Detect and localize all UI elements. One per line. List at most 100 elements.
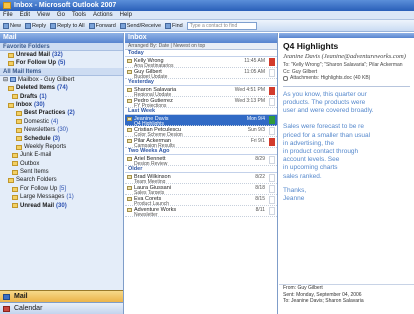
message-row[interactable]: Adventure Works Newsletter 8/11 [125,206,277,217]
forward-button[interactable]: Forward [88,22,116,29]
inbox-header: Inbox [125,33,277,43]
folder-icon [16,144,22,150]
menu-actions[interactable]: Actions [93,11,113,19]
message-row[interactable]: Pilar Ackerman Campaign Results Fri 9/1 [125,137,277,148]
signature-name: Jeanne [283,195,305,203]
follow-up-flag-icon[interactable] [269,87,275,95]
arrange-by-header[interactable]: Arranged By: Date | Newest on top [125,43,277,50]
attachment-label: Attachments: Highlights.doc (40 KB) [290,75,371,81]
message-date: Fri 9/1 [250,138,265,144]
body-line: Sales were forecast to be re [283,123,364,131]
mailbox-root[interactable]: ⊟ Mailbox - Guy Gilbert [0,76,123,84]
menu-file[interactable]: File [3,11,13,19]
envelope-icon [127,70,132,74]
follow-up-flag-icon[interactable] [269,127,275,135]
reply-all-label: Reply to All [57,22,85,29]
follow-up-flag-icon[interactable] [269,156,275,164]
folder-item[interactable]: Drafts (1) [0,93,123,101]
folder-item[interactable]: Junk E-mail [0,151,123,159]
folder-count: (5) [58,60,66,67]
follow-up-flag-icon[interactable] [269,58,275,66]
folder-name: Drafts [20,93,38,100]
menu-help[interactable]: Help [120,11,132,19]
message-row[interactable]: Ariel Bennett Design Review 8/29 [125,155,277,166]
message-row[interactable]: Sharon Salavaria Regional Update Wed 4:51 … [125,86,277,97]
header-divider [283,85,410,87]
follow-up-flag-icon[interactable] [269,138,275,146]
follow-up-flag-icon[interactable] [269,196,275,204]
folder-item[interactable]: Newsletters (30) [0,126,123,134]
menu-tools[interactable]: Tools [72,11,86,19]
folder-icon [8,178,14,184]
search-input[interactable]: Type a contact to find [186,21,257,30]
favorites-header[interactable]: Favorite Folders [0,43,123,51]
folder-count: (30) [56,202,67,209]
favorite-folder[interactable]: For Follow Up (5) [0,59,123,67]
folder-icon [12,152,18,158]
message-row[interactable]: Brad Wilkinson Team Meeting 8/22 [125,173,277,184]
message-date: 11:45 AM [244,58,265,64]
folder-count: (1) [39,93,47,100]
message-group-header[interactable]: Today [125,50,277,57]
folder-item[interactable]: Best Practices (2) [0,109,123,117]
folder-name: For Follow Up [16,60,56,67]
folder-item[interactable]: Inbox (30) [0,101,123,109]
folder-item[interactable]: Deleted Items (74) [0,84,123,92]
message-date: 8/29 [255,156,265,162]
follow-up-flag-icon[interactable] [269,98,275,106]
calendar-button[interactable]: Calendar [0,302,123,314]
message-group-header[interactable]: Last Week [125,108,277,115]
message-row[interactable]: Cristian Petculescu Color Scheme Design Su… [125,126,277,137]
message-row[interactable]: Jeanine Davis Q4 Highlights Mon 9/4 [125,115,277,126]
menu-edit[interactable]: Edit [20,11,30,19]
folder-count: (32) [52,52,63,58]
message-date: 8/22 [255,174,265,180]
message-row[interactable]: Pedro Gutierrez FY Projections Wed 3:13 PM [125,97,277,108]
folder-item[interactable]: Sent Items [0,168,123,176]
message-row[interactable]: Kelly Wrong Ana Destinatarios 11:45 AM [125,57,277,68]
follow-up-flag-icon[interactable] [269,207,275,215]
mail-button[interactable]: Mail [0,290,123,302]
folder-icon [8,85,14,91]
message-row[interactable]: Laura Giussani Sales Targets 8/18 [125,184,277,195]
reply-button[interactable]: Reply [25,22,46,29]
message-subject-preview: Design Review [134,160,168,166]
message-group-header[interactable]: Yesterday [125,79,277,86]
message-subject-preview: FY Projections [134,102,167,108]
find-button[interactable]: Find [165,22,183,29]
collapse-icon[interactable]: ⊟ [3,76,8,84]
send-receive-button[interactable]: Send/Receive [119,22,161,29]
folder-count: (1) [66,194,74,201]
follow-up-flag-icon[interactable] [269,185,275,193]
menu-view[interactable]: View [37,11,50,19]
message-row[interactable]: Eva Corets Product Launch 8/15 [125,195,277,206]
message-body: As you know, this quarter our products. T… [279,91,414,181]
folder-item[interactable]: Weekly Reports [0,143,123,151]
folder-item[interactable]: Outbox [0,160,123,168]
folder-item[interactable]: Search Folders [0,176,123,184]
follow-up-flag-icon[interactable] [269,116,275,124]
reply-all-button[interactable]: Reply to All [50,22,85,29]
folder-item[interactable]: For Follow Up [5] [0,185,123,193]
folder-item[interactable]: Schedule (3) [0,135,123,143]
message-group-header[interactable]: Two Weeks Ago [125,148,277,155]
folder-name: Junk E-mail [20,152,52,159]
follow-up-flag-icon[interactable] [269,69,275,77]
folder-item[interactable]: Large Messages (1) [0,193,123,201]
new-label: New [10,22,22,29]
message-subject-preview: Campaign Results [134,142,175,148]
folder-item[interactable]: Unread Mail (30) [0,202,123,210]
menu-go[interactable]: Go [57,11,65,19]
folder-item[interactable]: Domestic (4) [0,118,123,126]
nav-header: Mail [0,33,123,43]
body-line: As you know, this quarter our [283,90,367,98]
body-line: sales ranked. [283,172,322,180]
attachment-row[interactable]: Attachments: Highlights.doc (40 KB) [283,75,410,82]
body-line: user and were covered broadly. [283,106,374,114]
follow-up-flag-icon[interactable] [269,174,275,182]
new-button[interactable]: New [3,22,22,29]
all-mail-header[interactable]: All Mail Items [0,67,123,76]
favorite-folder[interactable]: Unread Mail (32) [0,51,123,59]
message-row[interactable]: Guy Gilbert Budget Update 11:05 AM [125,68,277,79]
message-group-header[interactable]: Older [125,166,277,173]
